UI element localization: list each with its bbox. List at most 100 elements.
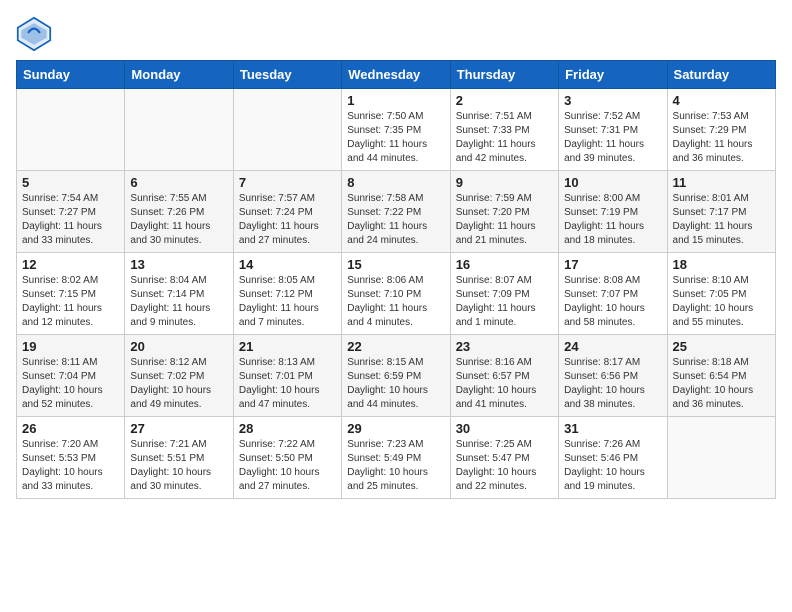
day-number: 23: [456, 339, 553, 354]
day-number: 14: [239, 257, 336, 272]
calendar-day-cell: 29 Sunrise: 7:23 AM Sunset: 5:49 PM Dayli…: [342, 417, 450, 499]
day-content: Sunrise: 7:21 AM Sunset: 5:51 PM Dayligh…: [130, 438, 227, 494]
calendar-day-cell: 25 Sunrise: 8:18 AM Sunset: 6:54 PM Dayli…: [667, 335, 775, 417]
day-content: Sunrise: 7:59 AM Sunset: 7:20 PM Dayligh…: [456, 192, 553, 248]
calendar-day-cell: 21 Sunrise: 8:13 AM Sunset: 7:01 PM Dayli…: [233, 335, 341, 417]
day-number: 25: [673, 339, 770, 354]
day-number: 17: [564, 257, 661, 272]
day-number: 11: [673, 175, 770, 190]
calendar-week-row: 1 Sunrise: 7:50 AM Sunset: 7:35 PM Daylig…: [17, 89, 776, 171]
day-number: 26: [22, 421, 119, 436]
calendar-day-cell: 23 Sunrise: 8:16 AM Sunset: 6:57 PM Dayli…: [450, 335, 558, 417]
calendar-empty-cell: [667, 417, 775, 499]
weekday-header-wednesday: Wednesday: [342, 61, 450, 89]
calendar-day-cell: 20 Sunrise: 8:12 AM Sunset: 7:02 PM Dayli…: [125, 335, 233, 417]
day-number: 31: [564, 421, 661, 436]
day-content: Sunrise: 7:20 AM Sunset: 5:53 PM Dayligh…: [22, 438, 119, 494]
weekday-header-sunday: Sunday: [17, 61, 125, 89]
page-header: [16, 16, 776, 52]
calendar-day-cell: 11Sunrise: 8:01 AM Sunset: 7:17 PM Dayli…: [667, 171, 775, 253]
day-number: 18: [673, 257, 770, 272]
day-number: 21: [239, 339, 336, 354]
calendar-day-cell: 3 Sunrise: 7:52 AM Sunset: 7:31 PM Daylig…: [559, 89, 667, 171]
day-content: Sunrise: 8:04 AM Sunset: 7:14 PM Dayligh…: [130, 274, 227, 330]
weekday-header-thursday: Thursday: [450, 61, 558, 89]
day-content: Sunrise: 8:08 AM Sunset: 7:07 PM Dayligh…: [564, 274, 661, 330]
day-content: Sunrise: 7:55 AM Sunset: 7:26 PM Dayligh…: [130, 192, 227, 248]
calendar-day-cell: 4Sunrise: 7:53 AM Sunset: 7:29 PM Daylig…: [667, 89, 775, 171]
calendar-day-cell: 8Sunrise: 7:58 AM Sunset: 7:22 PM Daylig…: [342, 171, 450, 253]
logo-icon: [16, 16, 52, 52]
calendar-week-row: 26 Sunrise: 7:20 AM Sunset: 5:53 PM Dayli…: [17, 417, 776, 499]
calendar-week-row: 19 Sunrise: 8:11 AM Sunset: 7:04 PM Dayli…: [17, 335, 776, 417]
day-content: Sunrise: 7:52 AM Sunset: 7:31 PM Dayligh…: [564, 110, 661, 166]
day-number: 29: [347, 421, 444, 436]
calendar-day-cell: 31Sunrise: 7:26 AM Sunset: 5:46 PM Dayli…: [559, 417, 667, 499]
day-number: 4: [673, 93, 770, 108]
day-content: Sunrise: 7:50 AM Sunset: 7:35 PM Dayligh…: [347, 110, 444, 166]
day-number: 12: [22, 257, 119, 272]
day-number: 13: [130, 257, 227, 272]
day-number: 2: [456, 93, 553, 108]
day-number: 3: [564, 93, 661, 108]
calendar-day-cell: 7Sunrise: 7:57 AM Sunset: 7:24 PM Daylig…: [233, 171, 341, 253]
calendar-day-cell: 22 Sunrise: 8:15 AM Sunset: 6:59 PM Dayli…: [342, 335, 450, 417]
calendar-day-cell: 14 Sunrise: 8:05 AM Sunset: 7:12 PM Dayli…: [233, 253, 341, 335]
day-content: Sunrise: 7:23 AM Sunset: 5:49 PM Dayligh…: [347, 438, 444, 494]
calendar-day-cell: 10Sunrise: 8:00 AM Sunset: 7:19 PM Dayli…: [559, 171, 667, 253]
calendar-day-cell: 19 Sunrise: 8:11 AM Sunset: 7:04 PM Dayli…: [17, 335, 125, 417]
day-content: Sunrise: 7:58 AM Sunset: 7:22 PM Dayligh…: [347, 192, 444, 248]
day-number: 28: [239, 421, 336, 436]
day-content: Sunrise: 7:54 AM Sunset: 7:27 PM Dayligh…: [22, 192, 119, 248]
day-content: Sunrise: 8:05 AM Sunset: 7:12 PM Dayligh…: [239, 274, 336, 330]
calendar-day-cell: 2Sunrise: 7:51 AM Sunset: 7:33 PM Daylig…: [450, 89, 558, 171]
day-number: 16: [456, 257, 553, 272]
day-content: Sunrise: 8:16 AM Sunset: 6:57 PM Dayligh…: [456, 356, 553, 412]
day-number: 19: [22, 339, 119, 354]
calendar-day-cell: 30Sunrise: 7:25 AM Sunset: 5:47 PM Dayli…: [450, 417, 558, 499]
calendar-day-cell: 1 Sunrise: 7:50 AM Sunset: 7:35 PM Daylig…: [342, 89, 450, 171]
weekday-header-tuesday: Tuesday: [233, 61, 341, 89]
calendar-week-row: 5 Sunrise: 7:54 AM Sunset: 7:27 PM Daylig…: [17, 171, 776, 253]
weekday-header-friday: Friday: [559, 61, 667, 89]
logo: [16, 16, 56, 52]
day-content: Sunrise: 8:00 AM Sunset: 7:19 PM Dayligh…: [564, 192, 661, 248]
calendar-day-cell: 24Sunrise: 8:17 AM Sunset: 6:56 PM Dayli…: [559, 335, 667, 417]
calendar-day-cell: 18 Sunrise: 8:10 AM Sunset: 7:05 PM Dayli…: [667, 253, 775, 335]
calendar-day-cell: 12 Sunrise: 8:02 AM Sunset: 7:15 PM Dayli…: [17, 253, 125, 335]
calendar-day-cell: 27 Sunrise: 7:21 AM Sunset: 5:51 PM Dayli…: [125, 417, 233, 499]
calendar-day-cell: 5 Sunrise: 7:54 AM Sunset: 7:27 PM Daylig…: [17, 171, 125, 253]
calendar-day-cell: 26 Sunrise: 7:20 AM Sunset: 5:53 PM Dayli…: [17, 417, 125, 499]
day-content: Sunrise: 8:15 AM Sunset: 6:59 PM Dayligh…: [347, 356, 444, 412]
day-number: 5: [22, 175, 119, 190]
calendar-empty-cell: [233, 89, 341, 171]
day-content: Sunrise: 8:11 AM Sunset: 7:04 PM Dayligh…: [22, 356, 119, 412]
day-content: Sunrise: 8:10 AM Sunset: 7:05 PM Dayligh…: [673, 274, 770, 330]
calendar-day-cell: 15Sunrise: 8:06 AM Sunset: 7:10 PM Dayli…: [342, 253, 450, 335]
day-number: 22: [347, 339, 444, 354]
day-number: 15: [347, 257, 444, 272]
calendar-header-row: SundayMondayTuesdayWednesdayThursdayFrid…: [17, 61, 776, 89]
day-number: 27: [130, 421, 227, 436]
calendar-day-cell: 16 Sunrise: 8:07 AM Sunset: 7:09 PM Dayli…: [450, 253, 558, 335]
day-content: Sunrise: 8:18 AM Sunset: 6:54 PM Dayligh…: [673, 356, 770, 412]
day-content: Sunrise: 8:13 AM Sunset: 7:01 PM Dayligh…: [239, 356, 336, 412]
day-content: Sunrise: 7:57 AM Sunset: 7:24 PM Dayligh…: [239, 192, 336, 248]
day-number: 24: [564, 339, 661, 354]
weekday-header-saturday: Saturday: [667, 61, 775, 89]
calendar-table: SundayMondayTuesdayWednesdayThursdayFrid…: [16, 60, 776, 499]
day-number: 1: [347, 93, 444, 108]
calendar-empty-cell: [17, 89, 125, 171]
calendar-week-row: 12 Sunrise: 8:02 AM Sunset: 7:15 PM Dayli…: [17, 253, 776, 335]
day-number: 9: [456, 175, 553, 190]
calendar-day-cell: 9 Sunrise: 7:59 AM Sunset: 7:20 PM Daylig…: [450, 171, 558, 253]
calendar-day-cell: 13 Sunrise: 8:04 AM Sunset: 7:14 PM Dayli…: [125, 253, 233, 335]
day-number: 20: [130, 339, 227, 354]
calendar-day-cell: 17 Sunrise: 8:08 AM Sunset: 7:07 PM Dayli…: [559, 253, 667, 335]
day-content: Sunrise: 8:07 AM Sunset: 7:09 PM Dayligh…: [456, 274, 553, 330]
day-content: Sunrise: 8:12 AM Sunset: 7:02 PM Dayligh…: [130, 356, 227, 412]
day-number: 30: [456, 421, 553, 436]
calendar-empty-cell: [125, 89, 233, 171]
day-number: 6: [130, 175, 227, 190]
day-content: Sunrise: 8:02 AM Sunset: 7:15 PM Dayligh…: [22, 274, 119, 330]
